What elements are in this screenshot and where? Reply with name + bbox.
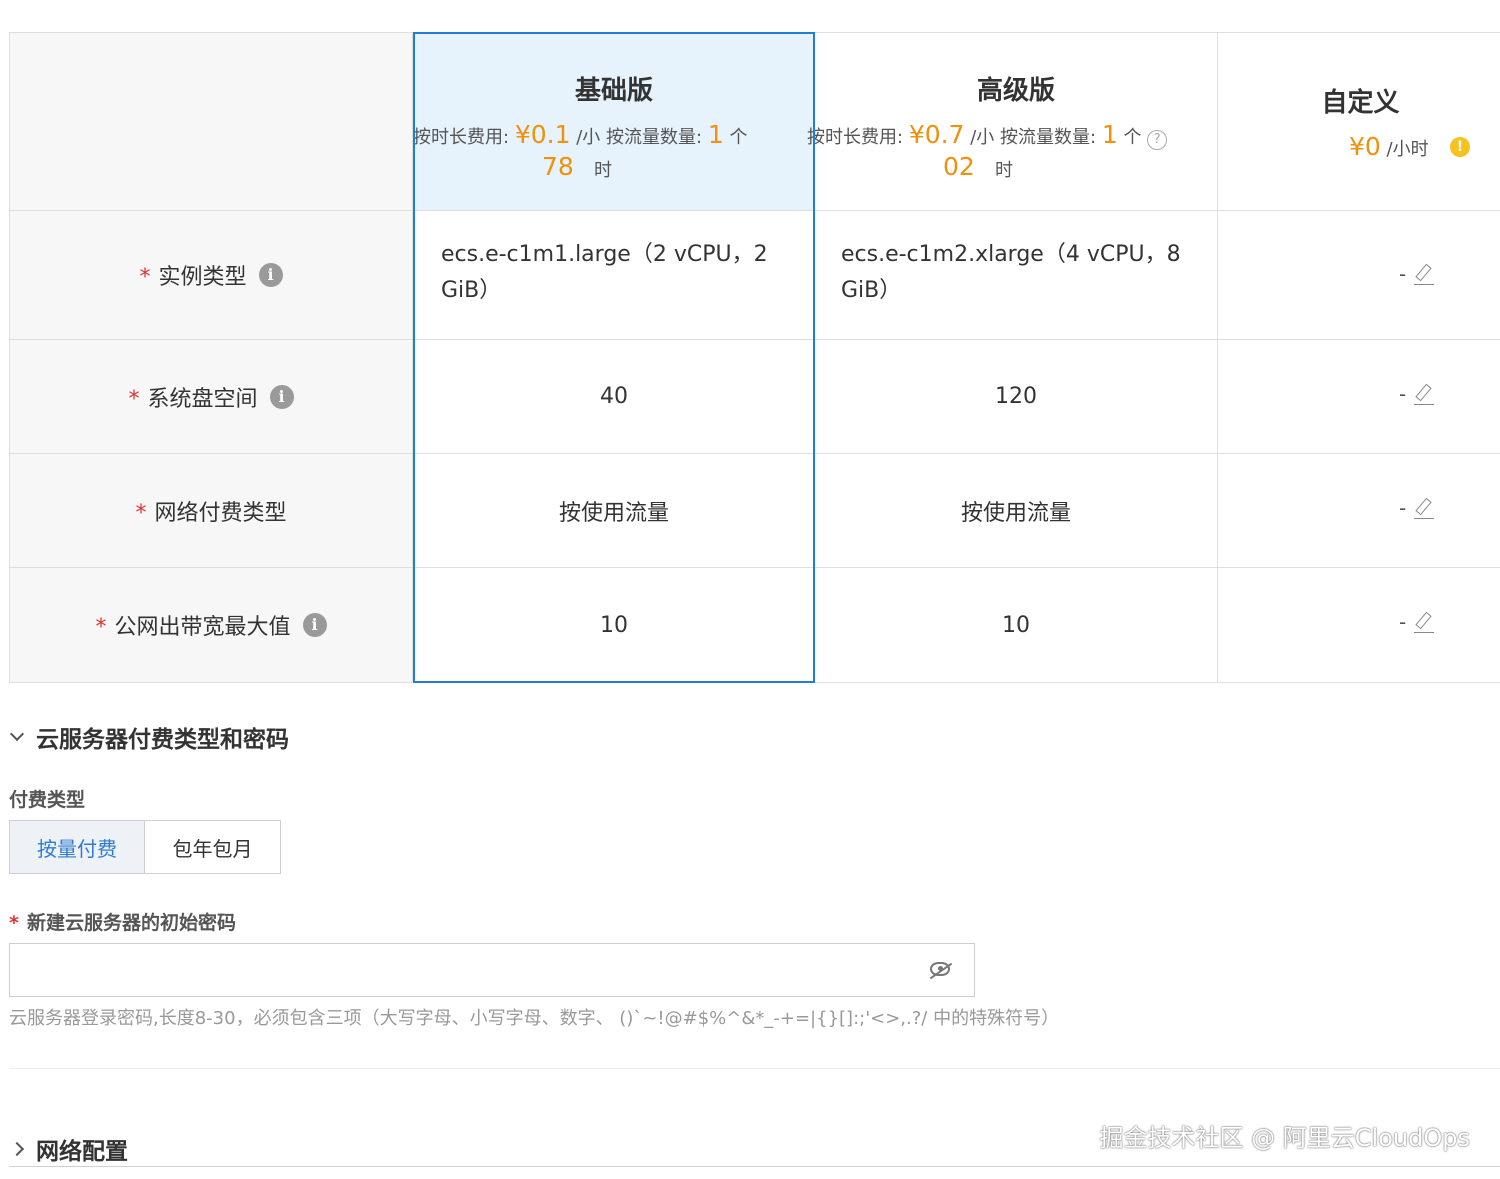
info-icon[interactable]: i xyxy=(258,263,283,287)
cell-advanced-max-bandwidth: 10 xyxy=(1002,612,1030,638)
price-value: ¥0 xyxy=(1349,132,1381,161)
section-title: 网络配置 xyxy=(36,1139,128,1165)
section-title: 云服务器付费类型和密码 xyxy=(36,727,289,753)
edit-icon[interactable] xyxy=(1414,383,1435,405)
watermark: 掘金技术社区 @ 阿里云CloudOps xyxy=(1099,1124,1470,1152)
price-unit: /小时 xyxy=(1386,139,1429,160)
plan-advanced-price: 按时长费用: ¥0.7 /小 按流量数量: 1 个 ? xyxy=(807,120,1168,150)
empty-value: - xyxy=(1399,610,1407,634)
price-unit: /小 xyxy=(970,127,995,148)
cell-basic-max-bandwidth: 10 xyxy=(600,612,628,638)
row-label-instance-type: * 实例类型 i xyxy=(9,211,413,339)
required-mark: * xyxy=(95,615,107,640)
price-label: 按时长费用: xyxy=(413,127,510,148)
cell-advanced-instance-type: ecs.e-c1m2.xlarge（4 vCPU，8 GiB） xyxy=(841,242,1181,303)
traffic-unit: 个 xyxy=(729,127,748,148)
price-unit-cont: 时 xyxy=(995,160,1013,181)
cell-basic-system-disk: 40 xyxy=(600,384,628,409)
row-label: 网络付费类型 xyxy=(154,500,287,526)
cell-custom-max-bandwidth[interactable]: - xyxy=(1399,610,1435,634)
chevron-right-icon xyxy=(9,1141,25,1157)
row-label: 实例类型 xyxy=(158,265,247,290)
row-label: 系统盘空间 xyxy=(147,386,258,412)
required-mark: * xyxy=(135,500,147,526)
plan-custom-title[interactable]: 自定义 xyxy=(1217,82,1500,119)
plan-custom-price: ¥0 /小时 xyxy=(1349,132,1429,161)
plan-basic-title[interactable]: 基础版 xyxy=(413,70,815,107)
info-icon[interactable]: i xyxy=(302,613,327,637)
traffic-value: 1 xyxy=(707,120,724,149)
price-value: ¥0.7 xyxy=(908,120,965,149)
cell-advanced-network-billing: 按使用流量 xyxy=(960,500,1071,526)
price-unit-cont: 时 xyxy=(594,160,612,181)
empty-value: - xyxy=(1399,496,1407,520)
row-label-max-bandwidth: * 公网出带宽最大值 i xyxy=(9,568,413,682)
edit-icon[interactable] xyxy=(1414,497,1435,519)
chevron-down-icon xyxy=(9,726,25,742)
empty-value: - xyxy=(1399,382,1407,406)
price-value-cont: 78 xyxy=(542,152,574,181)
section-billing-header[interactable]: 云服务器付费类型和密码 xyxy=(9,720,289,754)
cell-custom-network-billing[interactable]: - xyxy=(1399,496,1435,520)
pay-option-subscription[interactable]: 包年包月 xyxy=(145,821,280,873)
plan-basic-price: 按时长费用: ¥0.1 /小 按流量数量: 1 个 xyxy=(413,120,747,149)
required-mark: * xyxy=(139,265,151,290)
price-value-cont: 02 xyxy=(943,152,975,181)
row-label-network-billing: * 网络付费类型 xyxy=(9,454,413,567)
plan-custom-column[interactable] xyxy=(1217,32,1500,683)
cell-advanced-system-disk: 120 xyxy=(995,384,1037,409)
help-icon[interactable]: ? xyxy=(1147,130,1168,150)
pay-option-pay-as-you-go[interactable]: 按量付费 xyxy=(10,821,145,873)
empty-value: - xyxy=(1399,262,1407,286)
info-icon[interactable]: i xyxy=(269,384,294,409)
password-hint: 云服务器登录密码,长度8-30，必须包含三项（大写字母、小写字母、数字、 ()`… xyxy=(9,1008,1060,1029)
warning-icon[interactable]: ! xyxy=(1450,137,1470,157)
row-label-system-disk: * 系统盘空间 i xyxy=(9,340,413,453)
pay-type-label: 付费类型 xyxy=(9,789,86,811)
cell-custom-system-disk[interactable]: - xyxy=(1399,382,1435,406)
traffic-label: 按流量数量: xyxy=(606,127,703,148)
plan-comparison-table: 基础版 按时长费用: ¥0.1 /小 按流量数量: 1 个 78 时 高级版 按… xyxy=(9,32,1500,683)
eye-slash-icon[interactable] xyxy=(928,960,958,980)
required-mark: * xyxy=(9,912,19,934)
required-mark: * xyxy=(128,386,140,412)
cell-basic-instance-type: ecs.e-c1m1.large（2 vCPU，2 GiB） xyxy=(441,242,768,303)
price-label: 按时长费用: xyxy=(807,127,904,148)
row-label: 公网出带宽最大值 xyxy=(114,615,291,640)
edit-icon[interactable] xyxy=(1414,263,1435,285)
plan-advanced-title[interactable]: 高级版 xyxy=(815,70,1217,107)
password-label: * 新建云服务器的初始密码 xyxy=(9,908,236,935)
section-divider xyxy=(9,1068,1500,1069)
traffic-label: 按流量数量: xyxy=(1000,127,1097,148)
section-network-header[interactable]: 网络配置 xyxy=(9,1132,128,1166)
pay-type-selector: 按量付费 包年包月 xyxy=(9,820,281,874)
edit-icon[interactable] xyxy=(1414,611,1435,633)
password-input[interactable] xyxy=(9,943,975,997)
price-unit: /小 xyxy=(576,127,601,148)
price-value: ¥0.1 xyxy=(514,120,571,149)
bottom-divider xyxy=(9,1166,1500,1167)
traffic-value: 1 xyxy=(1101,120,1118,149)
password-label-text: 新建云服务器的初始密码 xyxy=(26,912,236,934)
traffic-unit: 个 xyxy=(1123,127,1142,148)
cell-basic-network-billing: 按使用流量 xyxy=(558,500,669,526)
cell-custom-instance-type[interactable]: - xyxy=(1399,262,1435,286)
